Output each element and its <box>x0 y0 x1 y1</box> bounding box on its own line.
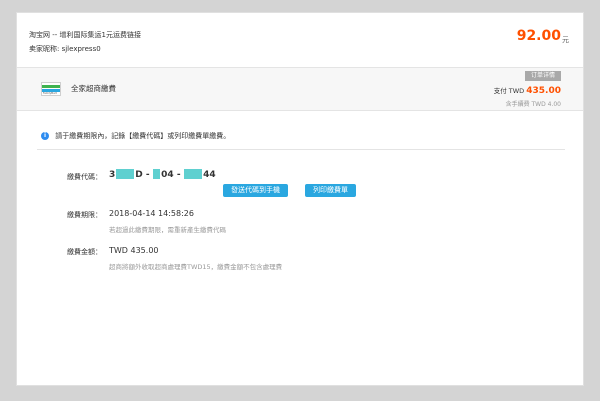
amount-value: TWD 435.00 <box>109 246 159 255</box>
pay-amount-line: 支付 TWD 435.00 <box>494 85 561 96</box>
code-part: 3 <box>109 170 116 180</box>
amount-hint: 超商將額外收取超商處理費TWD15，繳費金額不包含處理費 <box>109 263 283 271</box>
redaction-mask <box>184 168 203 179</box>
seller-name: sjlexpress0 <box>61 45 101 53</box>
order-detail-tab[interactable]: 订单详情 <box>524 71 561 81</box>
send-code-to-phone-button[interactable]: 發送代碼到手機 <box>223 184 288 197</box>
payment-method-name: 全家超商繳費 <box>71 84 116 93</box>
code-label: 繳費代碼： <box>67 173 102 181</box>
order-price: 92.00 <box>516 28 561 44</box>
order-title: 淘宝网 -- 增利国际集运1元运费链接 <box>29 31 141 39</box>
instruction-line: i 請于繳費期限內，記錄【繳費代碼】或列印繳費單繳費。 <box>41 131 230 141</box>
code-part: D - <box>135 170 150 180</box>
redaction-mask <box>153 168 161 179</box>
pay-label: 支付 <box>493 87 507 95</box>
info-icon: i <box>41 131 49 140</box>
amount-label: 繳費金額： <box>67 248 102 256</box>
deadline-hint: 若超過此繳費期限，需重新產生繳費代碼 <box>109 226 226 234</box>
fee-note: 含手續費 TWD 4.00 <box>505 101 561 108</box>
section-divider <box>37 149 565 150</box>
redaction-mask <box>116 168 135 179</box>
deadline-label: 繳費期限： <box>67 211 102 219</box>
payment-method-bar: FamilyMart 全家超商繳費 订单详情 支付 TWD 435.00 含手續… <box>17 68 583 111</box>
deadline-value: 2018-04-14 14:58:26 <box>109 209 194 218</box>
payment-code: 3 D - 04 - 44 <box>109 168 216 180</box>
order-header: 淘宝网 -- 增利国际集运1元运费链接 卖家昵称: sjlexpress0 92… <box>17 13 583 68</box>
print-payment-slip-button[interactable]: 列印繳費單 <box>305 184 356 197</box>
seller-label: 卖家昵称: <box>29 45 60 53</box>
code-part: 44 <box>203 170 216 180</box>
seller-info: 卖家昵称: sjlexpress0 <box>29 44 101 54</box>
price-currency: 元 <box>562 36 569 44</box>
pay-currency: TWD <box>508 87 525 95</box>
code-part: 04 - <box>161 170 181 180</box>
familymart-logo-icon: FamilyMart <box>41 82 61 96</box>
instruction-text: 請于繳費期限內，記錄【繳費代碼】或列印繳費單繳費。 <box>55 132 231 140</box>
payment-page: 淘宝网 -- 增利国际集运1元运费链接 卖家昵称: sjlexpress0 92… <box>16 12 584 386</box>
pay-amount: 435.00 <box>526 86 561 96</box>
